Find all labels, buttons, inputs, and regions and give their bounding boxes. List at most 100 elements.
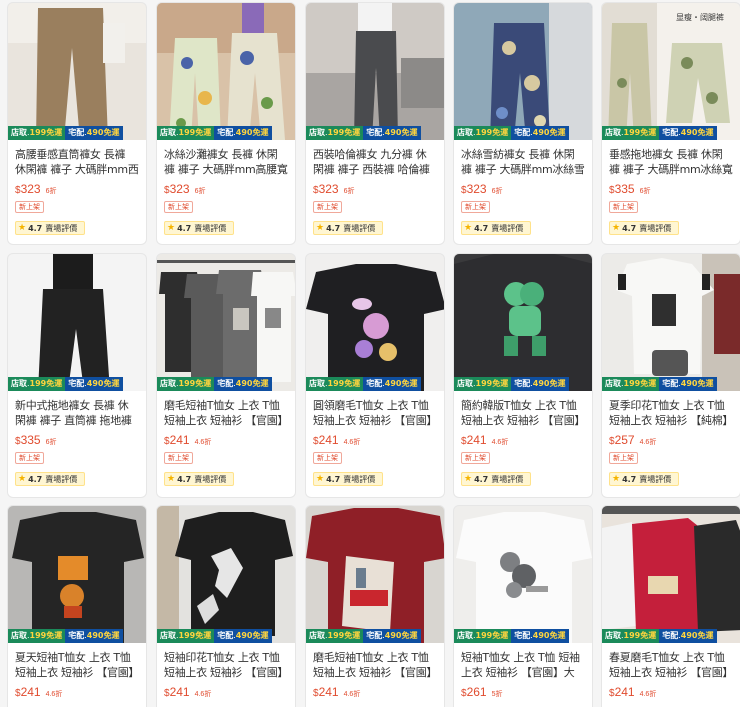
- product-image[interactable]: 店取.199免運 宅配.490免運: [306, 3, 444, 140]
- product-card[interactable]: 店取.199免運 宅配.490免運 西裝哈倫褲女 九分褲 休閑褲 褲子 西裝褲 哈…: [305, 2, 445, 245]
- discount: 6折: [45, 188, 57, 195]
- product-card[interactable]: 店取.199免運 宅配.490免運 春夏磨毛T恤女 上衣 T恤 短袖上衣 短袖衫 …: [601, 505, 740, 707]
- product-image[interactable]: 店取.199免運 宅配.490免運: [454, 506, 592, 643]
- star-icon: ★: [464, 474, 473, 484]
- price: 241: [466, 433, 487, 447]
- rating-badge: ★ 4.7 賣場評價: [15, 472, 85, 486]
- discount: 6折: [343, 188, 355, 195]
- product-image[interactable]: 店取.199免運 宅配.490免運: [8, 254, 146, 391]
- product-title[interactable]: 簡約韓版T恤女 上衣 T恤 短袖上衣 短袖衫 【官園】: [461, 398, 585, 428]
- rating-badge: ★ 4.7 賣場評價: [164, 472, 234, 486]
- shipping-tags: 店取.199免運 宅配.490免運: [157, 377, 272, 391]
- product-title[interactable]: 春夏磨毛T恤女 上衣 T恤 短袖上衣 短袖衫 【官園】: [609, 650, 733, 680]
- product-title[interactable]: 新中式拖地褲女 長褲 休閑褲 褲子 直筒褲 拖地褲 大碼: [15, 398, 139, 428]
- product-image[interactable]: 店取.199免運 宅配.490免運: [157, 506, 295, 643]
- product-title[interactable]: 夏季印花T恤女 上衣 T恤 短袖上衣 短袖衫 【純棉】: [609, 398, 733, 428]
- product-title[interactable]: 圓領磨毛T恤女 上衣 T恤 短袖上衣 短袖衫 【官園】: [313, 398, 437, 428]
- product-title[interactable]: 高腰垂感直筒褲女 長褲 休閑褲 褲子 大碼胖mm西裝褲: [15, 147, 139, 177]
- rating-badge: ★ 4.7 賣場評價: [313, 472, 383, 486]
- product-image[interactable]: 显瘦・阔腿裤 店取.199免運 宅配.490免運: [602, 3, 740, 140]
- price: 323: [20, 182, 41, 196]
- new-badge: 新上架: [15, 201, 44, 213]
- new-badge: 新上架: [15, 452, 44, 464]
- price-row: $241 4.6折: [313, 433, 361, 447]
- product-title[interactable]: 短袖印花T恤女 上衣 T恤 短袖上衣 短袖衫 【官園】: [164, 650, 288, 680]
- product-image[interactable]: 店取.199免運 宅配.490免運: [8, 506, 146, 643]
- product-card[interactable]: 店取.199免運 宅配.490免運 高腰垂感直筒褲女 長褲 休閑褲 褲子 大碼胖m…: [7, 2, 147, 245]
- price: 241: [169, 433, 190, 447]
- shipping-tags: 店取.199免運 宅配.490免運: [8, 126, 123, 140]
- product-image[interactable]: 店取.199免運 宅配.490免運: [454, 254, 592, 391]
- product-image[interactable]: 店取.199免運 宅配.490免運: [306, 506, 444, 643]
- star-icon: ★: [316, 474, 325, 484]
- product-card[interactable]: 店取.199免運 宅配.490免運 新中式拖地褲女 長褲 休閑褲 褲子 直筒褲 拖…: [7, 253, 147, 498]
- price-row: $335 6折: [15, 433, 57, 447]
- product-card[interactable]: 店取.199免運 宅配.490免運 夏季印花T恤女 上衣 T恤 短袖上衣 短袖衫 …: [601, 253, 740, 498]
- product-image[interactable]: 店取.199免運 宅配.490免運: [157, 254, 295, 391]
- product-title[interactable]: 磨毛短袖T恤女 上衣 T恤 短袖上衣 短袖衫 【官園】: [164, 398, 288, 428]
- price: 241: [169, 685, 190, 699]
- shipping-tags: 店取.199免運 宅配.490免運: [454, 629, 569, 643]
- price-row: $323 6折: [164, 182, 206, 196]
- product-card[interactable]: 店取.199免運 宅配.490免運 磨毛短袖T恤女 上衣 T恤 短袖上衣 短袖衫 …: [305, 505, 445, 707]
- rating-badge: ★ 4.7 賣場評價: [461, 221, 531, 235]
- discount: 5折: [491, 691, 503, 698]
- price-row: $323 6折: [313, 182, 355, 196]
- price-row: $335 6折: [609, 182, 651, 196]
- price-row: $241 4.6折: [164, 685, 212, 699]
- discount: 4.6折: [491, 439, 509, 446]
- product-image[interactable]: 店取.199免運 宅配.490免運: [602, 254, 740, 391]
- shipping-tags: 店取.199免運 宅配.490免運: [454, 126, 569, 140]
- discount: 6折: [639, 188, 651, 195]
- product-title[interactable]: 磨毛短袖T恤女 上衣 T恤 短袖上衣 短袖衫 【官園】: [313, 650, 437, 680]
- star-icon: ★: [612, 223, 621, 233]
- price-row: $241 4.6折: [609, 685, 657, 699]
- product-image[interactable]: 店取.199免運 宅配.490免運: [157, 3, 295, 140]
- discount: 6折: [45, 439, 57, 446]
- product-card[interactable]: 店取.199免運 宅配.490免運 冰絲雪紡褲女 長褲 休閑褲 褲子 大碼胖mm冰…: [453, 2, 593, 245]
- discount: 4.6折: [639, 691, 657, 698]
- discount: 4.6折: [343, 439, 361, 446]
- new-badge: 新上架: [313, 201, 342, 213]
- price: 241: [20, 685, 41, 699]
- product-title[interactable]: 夏天短袖T恤女 上衣 T恤 短袖上衣 短袖衫 【官園】: [15, 650, 139, 680]
- star-icon: ★: [167, 223, 176, 233]
- product-grid: 店取.199免運 宅配.490免運 高腰垂感直筒褲女 長褲 休閑褲 褲子 大碼胖m…: [7, 2, 740, 707]
- price: 241: [614, 685, 635, 699]
- product-card[interactable]: 显瘦・阔腿裤 店取.199免運 宅配.490免運 垂感拖地褲女 長褲 休閑褲 褲子…: [601, 2, 740, 245]
- product-image[interactable]: 店取.199免運 宅配.490免運: [306, 254, 444, 391]
- product-title[interactable]: 垂感拖地褲女 長褲 休閑褲 褲子 大碼胖mm冰絲寬褲: [609, 147, 733, 177]
- rating-badge: ★ 4.7 賣場評價: [461, 472, 531, 486]
- product-card[interactable]: 店取.199免運 宅配.490免運 簡約韓版T恤女 上衣 T恤 短袖上衣 短袖衫 …: [453, 253, 593, 498]
- product-card[interactable]: 店取.199免運 宅配.490免運 短袖T恤女 上衣 T恤 短袖上衣 短袖衫 【官…: [453, 505, 593, 707]
- price-row: $241 4.6折: [461, 433, 509, 447]
- rating-badge: ★ 4.7 賣場評價: [15, 221, 85, 235]
- price: 335: [20, 433, 41, 447]
- price: 241: [318, 433, 339, 447]
- product-card[interactable]: 店取.199免運 宅配.490免運 圓領磨毛T恤女 上衣 T恤 短袖上衣 短袖衫 …: [305, 253, 445, 498]
- product-card[interactable]: 店取.199免運 宅配.490免運 短袖印花T恤女 上衣 T恤 短袖上衣 短袖衫 …: [156, 505, 296, 707]
- discount: 4.6折: [194, 439, 212, 446]
- rating-badge: ★ 4.7 賣場評價: [313, 221, 383, 235]
- price-row: $323 6折: [15, 182, 57, 196]
- price: 323: [466, 182, 487, 196]
- shipping-tags: 店取.199免運 宅配.490免運: [157, 629, 272, 643]
- product-image[interactable]: 店取.199免運 宅配.490免運: [8, 3, 146, 140]
- price: 257: [614, 433, 635, 447]
- shipping-tags: 店取.199免運 宅配.490免運: [306, 629, 421, 643]
- price-row: $323 6折: [461, 182, 503, 196]
- product-card[interactable]: 店取.199免運 宅配.490免運 夏天短袖T恤女 上衣 T恤 短袖上衣 短袖衫 …: [7, 505, 147, 707]
- product-image[interactable]: 店取.199免運 宅配.490免運: [602, 506, 740, 643]
- new-badge: 新上架: [313, 452, 342, 464]
- star-icon: ★: [18, 474, 27, 484]
- product-title[interactable]: 西裝哈倫褲女 九分褲 休閑褲 褲子 西裝褲 哈倫褲 蘿蔔褲: [313, 147, 437, 177]
- product-title[interactable]: 冰絲沙灘褲女 長褲 休閑褲 褲子 大碼胖mm高腰寬褲: [164, 147, 288, 177]
- product-card[interactable]: 店取.199免運 宅配.490免運 冰絲沙灘褲女 長褲 休閑褲 褲子 大碼胖mm高…: [156, 2, 296, 245]
- product-title[interactable]: 短袖T恤女 上衣 T恤 短袖上衣 短袖衫 【官園】大碼1...: [461, 650, 585, 680]
- price-row: $241 4.6折: [164, 433, 212, 447]
- product-image[interactable]: 店取.199免運 宅配.490免運: [454, 3, 592, 140]
- product-card[interactable]: 店取.199免運 宅配.490免運 磨毛短袖T恤女 上衣 T恤 短袖上衣 短袖衫 …: [156, 253, 296, 498]
- price: 261: [466, 685, 487, 699]
- new-badge: 新上架: [164, 452, 193, 464]
- product-title[interactable]: 冰絲雪紡褲女 長褲 休閑褲 褲子 大碼胖mm冰絲雪紡褲: [461, 147, 585, 177]
